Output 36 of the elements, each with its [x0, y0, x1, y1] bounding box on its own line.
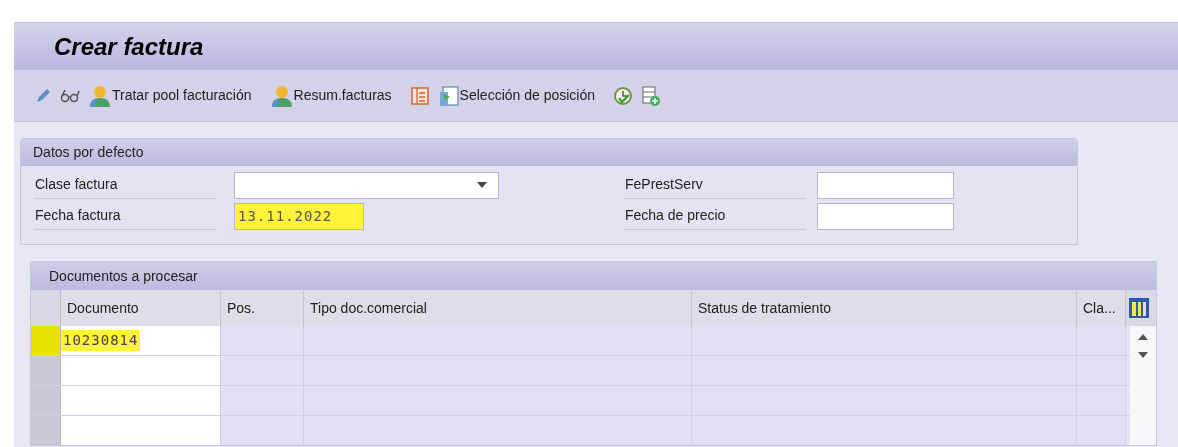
- input-field[interactable]: 13.11.2022: [234, 202, 364, 230]
- table-cell[interactable]: 10230814: [61, 326, 221, 355]
- row-selector[interactable]: [31, 386, 61, 415]
- field-label: Clase factura: [34, 171, 216, 199]
- field-label: FePrestServ: [624, 171, 806, 199]
- column-settings-icon[interactable]: [1128, 297, 1150, 319]
- toolbar-button[interactable]: Selección de posición: [437, 81, 606, 110]
- column-header[interactable]: Documento: [61, 290, 221, 326]
- person-icon: [269, 83, 294, 108]
- column-header[interactable]: Pos.: [221, 290, 304, 326]
- field-label: Fecha de precio: [624, 202, 806, 230]
- table-cell[interactable]: [61, 416, 221, 445]
- section-title: Datos por defecto: [33, 143, 144, 162]
- row-selector[interactable]: [31, 356, 61, 385]
- table-cell[interactable]: [61, 386, 221, 415]
- dropdown-field[interactable]: [234, 171, 499, 199]
- dropdown-caret-icon: [477, 182, 487, 188]
- scroll-down-icon[interactable]: [1138, 352, 1148, 358]
- document-icon: [437, 84, 460, 107]
- scroll-up-icon[interactable]: [1138, 334, 1148, 340]
- column-header[interactable]: Cla...: [1077, 290, 1126, 326]
- table-title: Documentos a procesar: [49, 266, 198, 286]
- row-selector[interactable]: [31, 416, 61, 445]
- field-label: Fecha factura: [34, 202, 216, 230]
- table-cell[interactable]: [61, 356, 221, 385]
- person-icon: [88, 83, 112, 108]
- scrollbar[interactable]: [1130, 326, 1156, 445]
- input-field[interactable]: [817, 202, 954, 230]
- window-title: Crear factura: [54, 31, 204, 62]
- column-header[interactable]: Tipo doc.comercial: [304, 290, 692, 326]
- cell-text: 10230814: [61, 330, 141, 351]
- toolbar-button[interactable]: Tratar pool facturación: [88, 81, 262, 110]
- input-field[interactable]: [817, 171, 954, 199]
- toolbar-button[interactable]: Resum.facturas: [269, 81, 402, 110]
- row-selector[interactable]: [31, 326, 61, 355]
- column-header[interactable]: Status de tratamiento: [692, 290, 1077, 326]
